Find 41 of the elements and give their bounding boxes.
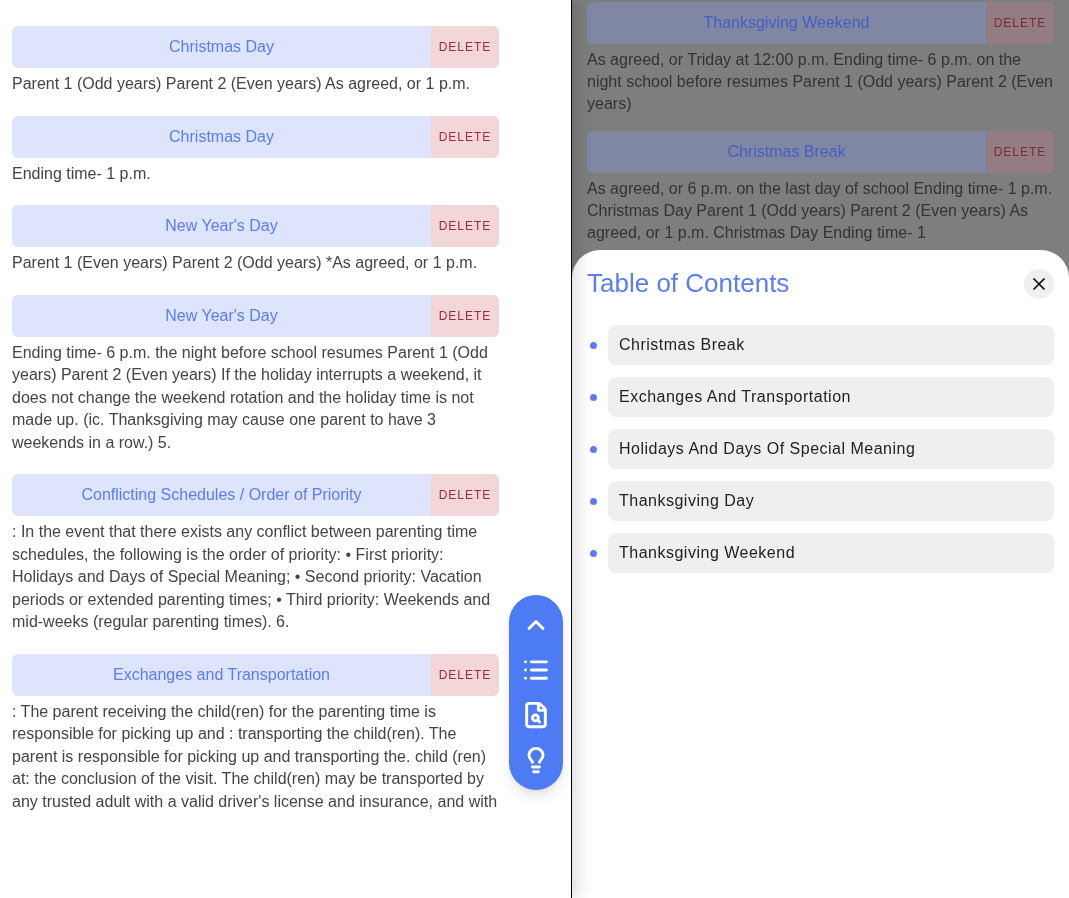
contents-item[interactable]: Christmas Break xyxy=(608,325,1054,365)
section-title: Exchanges and Transportation xyxy=(112,664,331,685)
section-text: As agreed, or Triday at 12:00 p.m. Ending time- 6 p.m. on the night school before resumes Parent 1 (Odd years) Parent 2 (Even years) xyxy=(587,50,1054,114)
sheet-title: Table of Contents xyxy=(587,267,790,300)
delete-button[interactable]: DELETE xyxy=(431,294,499,337)
section-text: Parent 1 (Even years) Parent 2 (Odd years) *As agreed, or 1 p.m. xyxy=(12,253,479,273)
delete-button[interactable]: DELETE xyxy=(431,474,499,516)
section-title: Christmas Day xyxy=(168,37,275,57)
delete-button[interactable]: DELETE xyxy=(431,205,499,247)
close-button[interactable] xyxy=(1024,268,1054,299)
section-title: Christmas Day xyxy=(168,126,275,147)
contents-item[interactable]: Holidays And Days Of Special Meaning xyxy=(608,429,1054,469)
delete-label: DELETE xyxy=(986,131,1054,173)
section-header[interactable]: New Year's Day DELETE xyxy=(12,205,499,247)
delete-label: DELETE xyxy=(986,2,1054,44)
section-text: Parent 1 (Odd years) Parent 2 (Even years) As agreed, or 1 p.m. xyxy=(12,74,471,94)
section-text: Ending time- 6 p.m. the night before school resumes Parent 1 (Odd years) Parent 2 (Even years) If the holiday interrupts a weekend, it does not change the weekend rotation and the holiday time is not made up. (ic. Thanksgiving may cause one parent to have 3 weekends in a row.) 5. xyxy=(12,342,489,453)
contents-item[interactable]: Exchanges And Transportation xyxy=(608,377,1054,417)
section-header[interactable]: Exchanges and Transportation DELETE xyxy=(12,653,499,696)
delete-button[interactable]: DELETE xyxy=(431,115,499,158)
section-header[interactable]: New Year's Day DELETE xyxy=(12,294,499,337)
section-title: Conflicting Schedules / Order of Priority xyxy=(80,485,363,505)
section-header[interactable]: Christmas Day DELETE xyxy=(12,26,499,68)
section-header[interactable]: Conflicting Schedules / Order of Priority DELETE xyxy=(12,474,499,516)
section-header[interactable]: Christmas Day DELETE xyxy=(12,115,499,158)
bullet-icon xyxy=(590,393,597,401)
section-title: New Year's Day xyxy=(164,305,279,326)
bullet-icon xyxy=(590,497,597,505)
section-text: As agreed, or 6 p.m. on the last day of school Ending time- 1 p.m. Christmas Day Parent 1 (Odd years) Parent 2 (Even years) As agreed, or 1 p.m. Christmas Day Ending time- 1 xyxy=(587,179,1054,243)
section-text: Ending time- 1 p.m. xyxy=(12,163,152,184)
delete-button[interactable]: DELETE xyxy=(431,653,499,696)
section-title: New Year's Day xyxy=(164,216,279,236)
section-text: : In the event that there exists any conflict between parenting time schedules, the following is the order of priority: • First priority: Holidays and Days of Special Meaning; • Second priority: Vacation periods or extended parenting times; • Third priority: Weekends and mid-weeks (regular parenting times). 6. xyxy=(12,522,492,632)
delete-button[interactable]: DELETE xyxy=(431,26,499,68)
bullet-icon xyxy=(590,341,597,349)
file-search-icon[interactable] xyxy=(522,701,550,729)
bullet-icon xyxy=(590,549,597,557)
section-text: : The parent receiving the child(ren) for the parenting time is responsible for picking up and : transporting the child(ren). The parent is responsible for picking up and transporting the. child (ren) at: the conclusion of the visit. The child(ren) may be transported by any trusted adult with a valid driver's license and insurance, and with xyxy=(12,701,499,812)
bullet-icon xyxy=(590,445,597,453)
contents-item[interactable]: Thanksgiving Day xyxy=(608,481,1054,521)
contents-item[interactable]: Thanksgiving Weekend xyxy=(608,533,1054,573)
